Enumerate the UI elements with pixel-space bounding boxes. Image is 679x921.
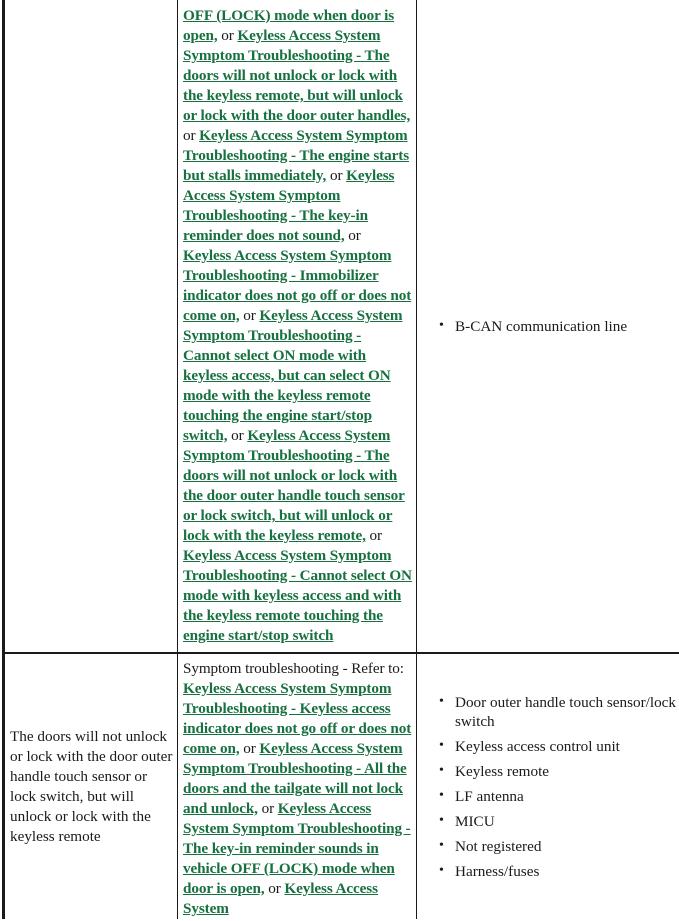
conjunction-text: or: [344, 227, 361, 244]
parts-list: Door outer handle touch sensor/lock swit…: [417, 692, 679, 881]
conjunction-text: or: [326, 167, 347, 184]
cause-cell: [2, 0, 178, 653]
conjunction-text: or: [239, 307, 260, 324]
list-item: MICU: [439, 811, 676, 831]
list-item: B-CAN communication line: [439, 316, 627, 336]
cause-text: The doors will not unlock or lock with t…: [10, 727, 173, 845]
list-item: Door outer handle touch sensor/lock swit…: [439, 692, 676, 731]
conjunction-text: or: [239, 740, 260, 757]
table-row: OFF (LOCK) mode when door is open, or Ke…: [2, 0, 679, 653]
parts-wrapper: B-CAN communication line: [417, 316, 679, 336]
list-item: Keyless remote: [439, 761, 676, 781]
conjunction-text: or: [365, 527, 383, 544]
list-item: LF antenna: [439, 786, 676, 806]
symptom-cell: OFF (LOCK) mode when door is open, or Ke…: [177, 0, 417, 653]
conjunction-text: or: [264, 880, 285, 897]
symptom-cell: Symptom troubleshooting - Refer to: Keyl…: [177, 652, 417, 919]
table-body: OFF (LOCK) mode when door is open, or Ke…: [2, 0, 679, 919]
conjunction-text: or: [227, 427, 248, 444]
conjunction-text: or: [217, 27, 238, 44]
troubleshooting-link[interactable]: Keyless Access System Symptom Troublesho…: [183, 307, 403, 444]
symptom-text[interactable]: Symptom troubleshooting - Refer to: Keyl…: [178, 654, 416, 919]
parts-cell: Door outer handle touch sensor/lock swit…: [416, 652, 679, 919]
conjunction-text: Symptom troubleshooting - Refer to:: [183, 660, 404, 677]
conjunction-text: or: [183, 127, 200, 144]
parts-cell: B-CAN communication line: [416, 0, 679, 653]
list-item: Keyless access control unit: [439, 736, 676, 756]
conjunction-text: or: [257, 800, 278, 817]
list-item: Harness/fuses: [439, 861, 676, 881]
troubleshooting-link[interactable]: Keyless Access System Symptom Troublesho…: [183, 547, 412, 644]
parts-list: B-CAN communication line: [417, 316, 633, 336]
symptom-troubleshooting-table: OFF (LOCK) mode when door is open, or Ke…: [2, 0, 679, 919]
table-row: The doors will not unlock or lock with t…: [2, 652, 679, 919]
list-item: Not registered: [439, 836, 676, 856]
symptom-text[interactable]: OFF (LOCK) mode when door is open, or Ke…: [178, 6, 416, 646]
cause-cell: The doors will not unlock or lock with t…: [2, 652, 178, 919]
